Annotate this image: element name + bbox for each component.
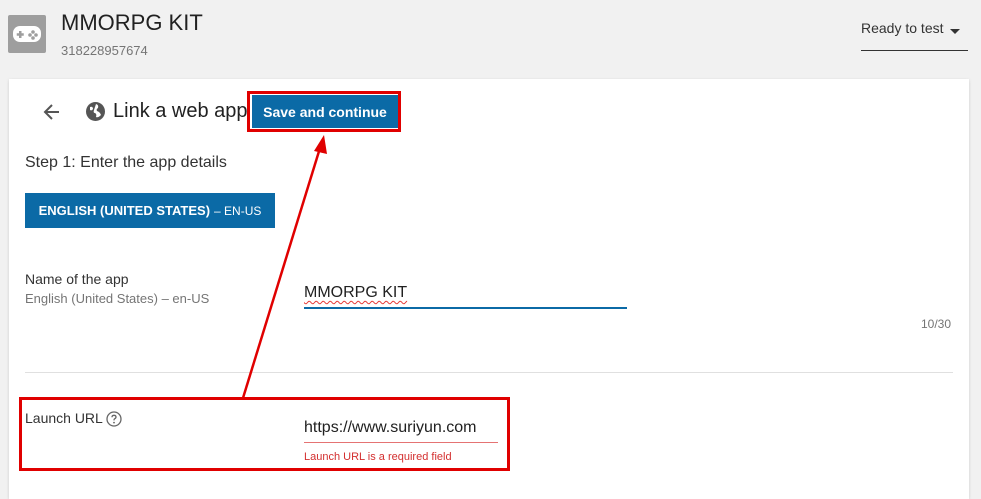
app-icon [8, 15, 46, 53]
app-name-input[interactable]: MMORPG KIT [304, 279, 627, 309]
language-name: ENGLISH (UNITED STATES) [38, 203, 211, 218]
app-name-sublabel: English (United States) – en-US [25, 291, 210, 306]
back-button[interactable] [41, 101, 63, 123]
char-counter: 10/30 [921, 317, 952, 331]
gamepad-icon [13, 26, 41, 42]
annotation-box-url [19, 397, 510, 471]
annotation-box-save [247, 91, 401, 132]
globe-icon [85, 101, 106, 122]
language-code: – EN-US [214, 203, 262, 218]
page-title: Link a web app [113, 100, 248, 122]
app-name-value: MMORPG KIT [304, 284, 408, 301]
language-button[interactable]: ENGLISH (UNITED STATES) – EN-US [25, 193, 275, 228]
status-value: Ready to test [861, 20, 944, 36]
app-title: MMORPG KIT [61, 10, 203, 35]
app-name-label: Name of the app [25, 271, 129, 287]
section-divider [25, 372, 953, 373]
arrow-back-icon [43, 104, 59, 120]
caret-down-icon [950, 29, 960, 34]
step-label: Step 1: Enter the app details [25, 154, 227, 171]
app-id: 318228957674 [61, 43, 148, 58]
status-dropdown[interactable]: Ready to test [861, 20, 968, 51]
